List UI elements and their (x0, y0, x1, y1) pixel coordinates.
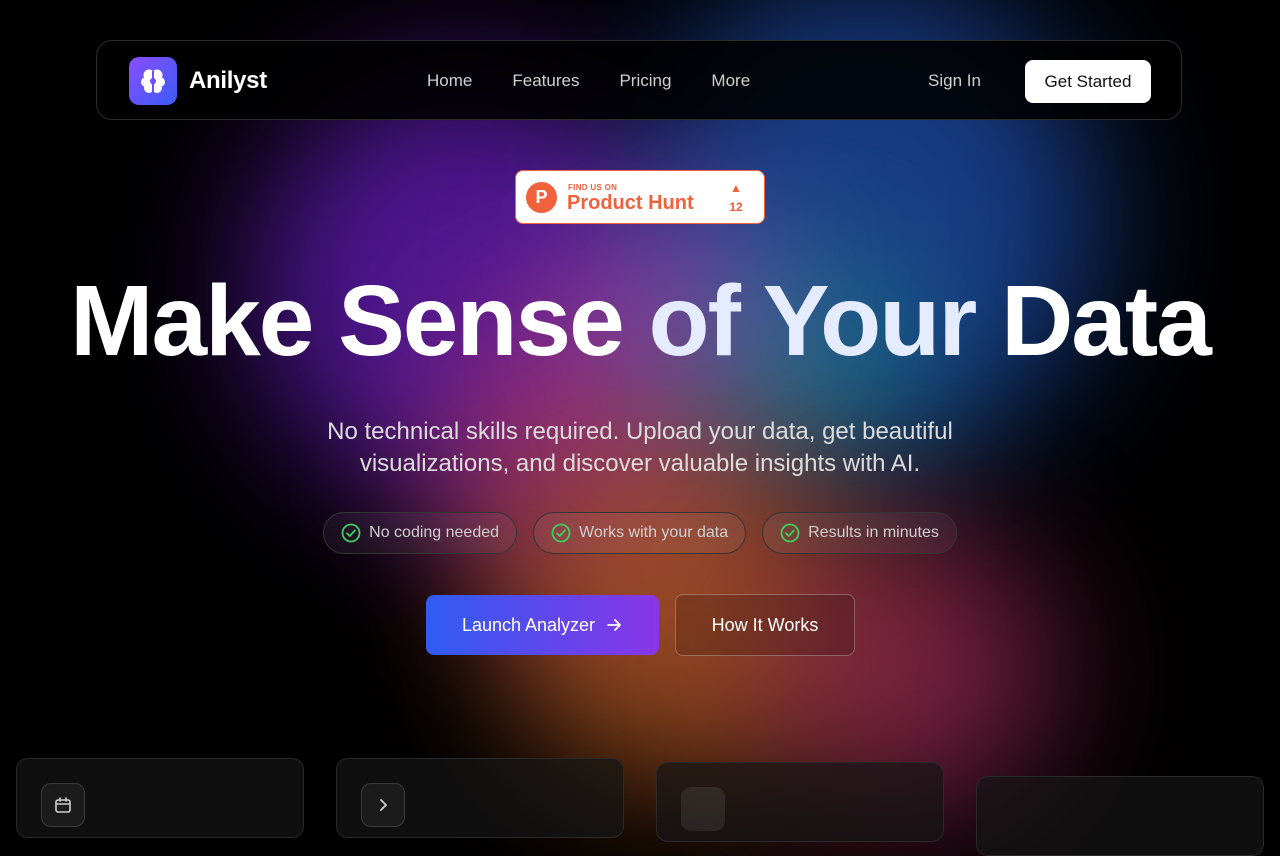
feature-pill: Works with your data (533, 512, 747, 554)
how-it-works-button[interactable]: How It Works (675, 594, 855, 656)
nav-links: Home Features Pricing More (427, 71, 750, 91)
nav-pricing[interactable]: Pricing (619, 71, 671, 91)
feature-pills: No coding needed Works with your data Re… (0, 512, 1280, 554)
hero-title-part2: of Your (648, 265, 978, 377)
feature-label: Results in minutes (808, 524, 939, 541)
upvote-count: 12 (729, 200, 743, 214)
feature-pill: Results in minutes (762, 512, 957, 554)
feature-card[interactable] (16, 758, 304, 838)
feature-card[interactable] (336, 758, 624, 838)
hero-title: Make Sense of Your Data (0, 266, 1280, 376)
product-hunt-name: Product Hunt (567, 192, 694, 214)
nav-more[interactable]: More (711, 71, 750, 91)
feature-label: Works with your data (579, 524, 729, 541)
calendar-icon (41, 783, 85, 827)
logo-badge[interactable] (129, 57, 177, 105)
check-circle-icon (551, 523, 571, 543)
product-hunt-badge[interactable]: P FIND US ON Product Hunt ▲ 12 (515, 170, 765, 224)
nav-home[interactable]: Home (427, 71, 472, 91)
feature-label: No coding needed (369, 524, 500, 541)
product-hunt-logo-icon: P (526, 182, 557, 213)
hero-title-part3: Data (1001, 265, 1212, 377)
product-hunt-caption: FIND US ON (568, 183, 618, 192)
feature-pill: No coding needed (323, 512, 518, 554)
check-circle-icon (780, 523, 800, 543)
get-started-button[interactable]: Get Started (1025, 60, 1151, 103)
launch-analyzer-button[interactable]: Launch Analyzer (426, 595, 659, 655)
launch-analyzer-label: Launch Analyzer (461, 614, 596, 635)
check-circle-icon (341, 523, 361, 543)
card-icon (681, 787, 725, 831)
top-navbar: Anilyst Home Features Pricing More Sign … (96, 40, 1182, 120)
upvote-triangle-icon: ▲ (730, 181, 742, 195)
hero-subtitle: No technical skills required. Upload you… (327, 418, 953, 477)
nav-features[interactable]: Features (512, 71, 579, 91)
brain-icon (141, 69, 165, 93)
feature-card[interactable] (656, 762, 944, 842)
sign-in-link[interactable]: Sign In (928, 71, 981, 91)
feature-card[interactable] (976, 776, 1264, 856)
arrow-right-icon (607, 619, 621, 631)
hero-title-part1: Make Sense (70, 265, 625, 377)
chevron-right-icon (361, 783, 405, 827)
brand-name[interactable]: Anilyst (189, 67, 267, 95)
